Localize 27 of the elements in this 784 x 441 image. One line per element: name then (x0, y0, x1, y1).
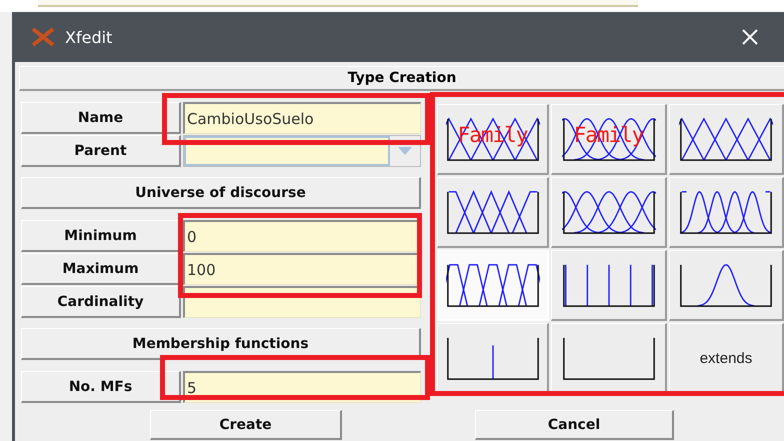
section-button[interactable]: Membership functions (21, 328, 421, 360)
field-label-button[interactable]: Maximum (21, 253, 181, 285)
field-label-button[interactable]: Minimum (21, 220, 181, 252)
field-label-button[interactable]: No. MFs (21, 371, 181, 403)
section-header: Type Creation (19, 66, 784, 91)
field-label-button[interactable]: Name (21, 102, 181, 134)
create-button[interactable]: Create (150, 410, 342, 440)
x-logo-icon (31, 27, 55, 47)
window-title: Xfedit (65, 28, 112, 46)
membership-family-button[interactable] (437, 177, 549, 248)
cancel-button[interactable]: Cancel (475, 410, 674, 440)
membership-family-button[interactable] (669, 250, 784, 321)
membership-family-button[interactable] (437, 250, 549, 321)
caret-icon (398, 147, 412, 155)
field-label-button[interactable]: Cardinality (21, 286, 181, 318)
section-button[interactable]: Universe of discourse (21, 177, 421, 209)
function-plot-icon (446, 188, 540, 236)
input-field[interactable]: CambioUsoSuelo (183, 102, 421, 134)
function-plot-icon (679, 114, 773, 164)
extends-button[interactable]: extends (669, 323, 784, 394)
membership-family-button[interactable] (669, 177, 784, 248)
membership-family-button[interactable] (669, 104, 784, 175)
membership-family-button[interactable] (551, 250, 667, 321)
membership-family-button[interactable] (551, 177, 667, 248)
membership-family-button[interactable] (437, 323, 549, 394)
close-icon[interactable] (742, 29, 758, 45)
membership-family-button[interactable] (551, 323, 667, 394)
